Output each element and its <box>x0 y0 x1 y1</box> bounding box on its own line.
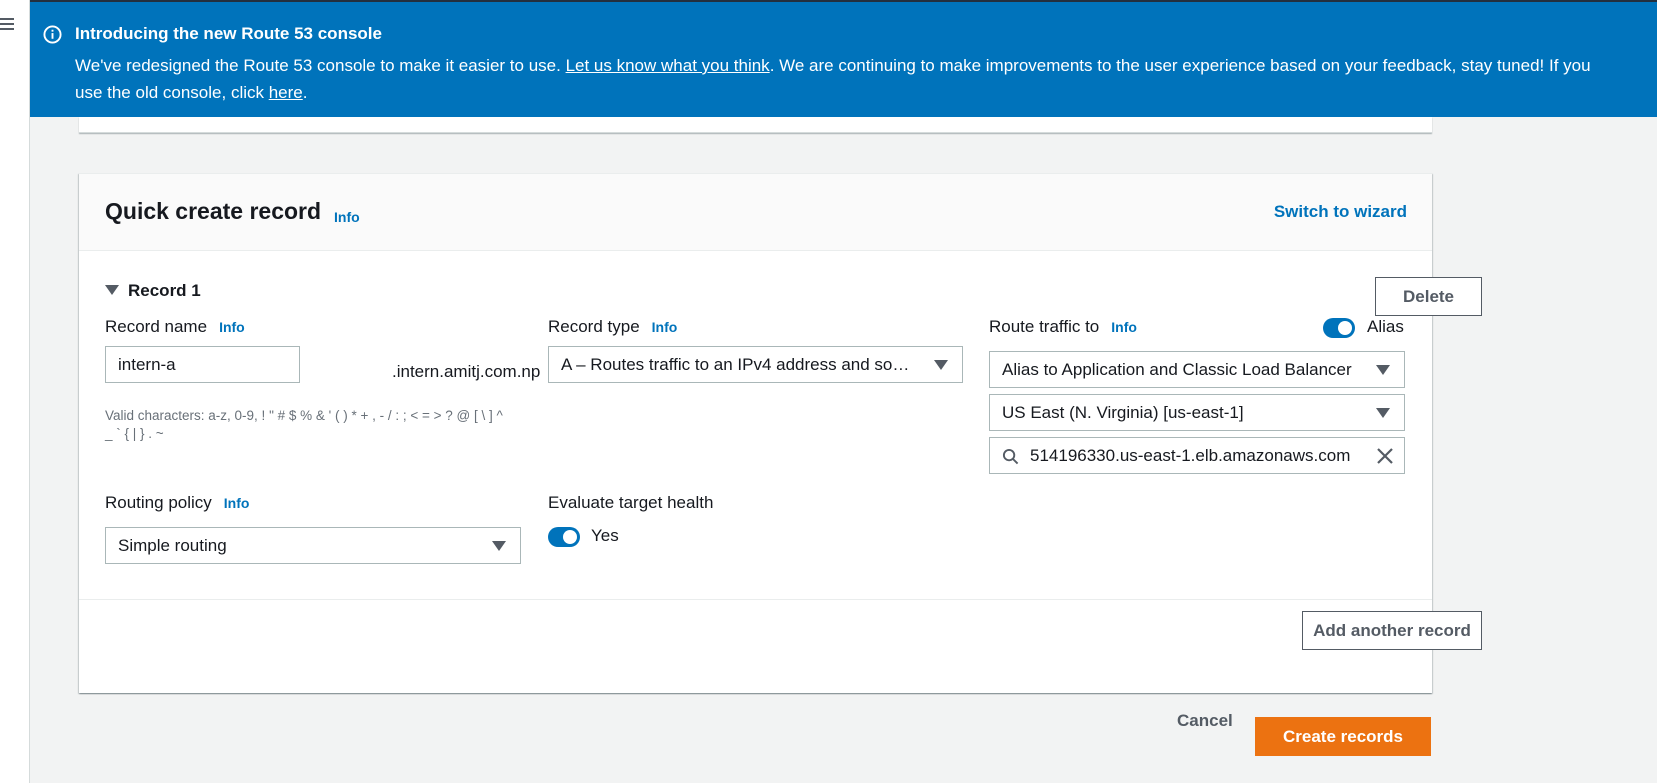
endpoint-type-select[interactable]: Alias to Application and Classic Load Ba… <box>989 351 1405 388</box>
switch-to-wizard-link[interactable]: Switch to wizard <box>1274 202 1407 222</box>
panel-footer <box>79 599 1432 694</box>
banner-text: . We are continuing to make improvements… <box>769 56 1591 75</box>
routing-policy-label-text: Routing policy <box>105 493 212 512</box>
record-name-info-link[interactable]: Info <box>219 319 245 335</box>
panel-header: Quick create record Info Switch to wizar… <box>79 174 1432 251</box>
banner-text: use the old console, click <box>75 83 269 102</box>
routing-policy-select[interactable]: Simple routing <box>105 527 521 564</box>
endpoint-search-input[interactable]: 514196330.us-east-1.elb.amazonaws.com <box>989 437 1405 474</box>
menu-icon[interactable] <box>0 18 14 32</box>
record-name-label-text: Record name <box>105 317 208 336</box>
evaluate-health-value: Yes <box>591 526 619 545</box>
feedback-link[interactable]: Let us know what you think <box>566 56 770 75</box>
announcement-banner: Introducing the new Route 53 console We'… <box>30 0 1657 117</box>
dropdown-arrow-icon <box>1376 364 1390 375</box>
record-type-label-text: Record type <box>548 317 640 336</box>
old-console-link[interactable]: here <box>269 83 303 102</box>
record-expand-toggle[interactable]: Record 1 <box>105 281 201 301</box>
quick-create-record-panel: Quick create record Info Switch to wizar… <box>79 173 1482 694</box>
record-type-label: Record type Info <box>548 317 677 337</box>
caret-down-icon <box>105 285 119 295</box>
banner-title: Introducing the new Route 53 console <box>75 24 382 43</box>
route-traffic-info-link[interactable]: Info <box>1111 319 1137 335</box>
dropdown-arrow-icon <box>1376 407 1390 418</box>
delete-record-button[interactable]: Delete <box>1375 277 1482 316</box>
endpoint-type-value: Alias to Application and Classic Load Ba… <box>1002 360 1352 379</box>
routing-policy-info-link[interactable]: Info <box>224 495 250 511</box>
clear-icon[interactable] <box>1376 447 1394 465</box>
routing-policy-label: Routing policy Info <box>105 493 249 513</box>
dropdown-arrow-icon <box>934 359 948 370</box>
record-label: Record 1 <box>128 281 201 300</box>
route-traffic-label-text: Route traffic to <box>989 317 1100 336</box>
region-value: US East (N. Virginia) [us-east-1] <box>1002 403 1244 422</box>
region-select[interactable]: US East (N. Virginia) [us-east-1] <box>989 394 1405 431</box>
search-icon <box>1002 448 1019 465</box>
banner-text: . <box>302 83 308 102</box>
alias-label: Alias <box>1367 317 1404 336</box>
evaluate-health-toggle[interactable] <box>548 527 580 547</box>
cancel-button[interactable]: Cancel <box>1177 711 1233 731</box>
banner-text: We've redesigned the Route 53 console to… <box>75 56 566 75</box>
alias-toggle[interactable] <box>1323 318 1355 338</box>
record-type-value: A – Routes traffic to an IPv4 address an… <box>561 355 910 374</box>
previous-panel <box>79 117 1432 133</box>
dropdown-arrow-icon <box>492 540 506 551</box>
side-navigation <box>0 0 30 783</box>
add-another-record-button[interactable]: Add another record <box>1302 611 1482 650</box>
record-type-info-link[interactable]: Info <box>652 319 678 335</box>
record-name-hint: Valid characters: a-z, 0-9, ! " # $ % & … <box>105 408 503 441</box>
info-icon <box>43 25 62 44</box>
create-records-button[interactable]: Create records <box>1255 717 1431 756</box>
evaluate-health-label: Evaluate target health <box>548 493 714 512</box>
endpoint-value: 514196330.us-east-1.elb.amazonaws.com <box>1030 446 1351 465</box>
record-name-label: Record name Info <box>105 317 245 337</box>
panel-info-link[interactable]: Info <box>334 209 360 225</box>
domain-suffix: .intern.amitj.com.np <box>392 362 541 381</box>
record-type-select[interactable]: A – Routes traffic to an IPv4 address an… <box>548 346 963 383</box>
panel-title: Quick create record <box>105 198 322 224</box>
banner-message: We've redesigned the Route 53 console to… <box>75 52 1657 106</box>
record-name-input[interactable]: intern-a <box>105 346 300 383</box>
route-traffic-label: Route traffic to Info <box>989 317 1137 337</box>
routing-policy-value: Simple routing <box>118 536 227 555</box>
